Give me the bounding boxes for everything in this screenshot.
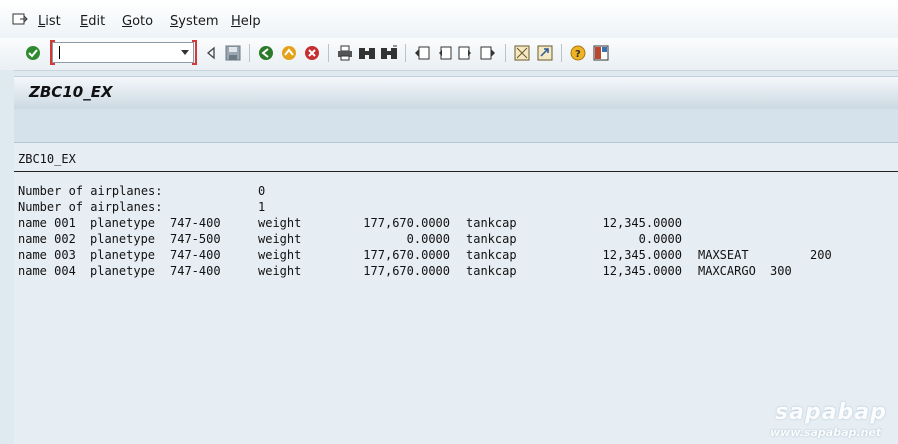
- weight-value: 177,670.0000: [363, 216, 450, 230]
- weight-label: weight: [258, 216, 302, 230]
- help-icon[interactable]: ?: [569, 44, 587, 62]
- back-icon[interactable]: [202, 44, 220, 62]
- last-page-icon[interactable]: [479, 44, 497, 62]
- watermark-url: www.sapabap.net: [770, 426, 882, 439]
- extra-value: 300: [770, 264, 792, 278]
- enter-icon[interactable]: [24, 44, 42, 62]
- menu-help[interactable]: Help: [231, 14, 261, 29]
- toolbar-separator: [405, 44, 406, 62]
- count-value: 1: [258, 200, 266, 214]
- menu-edit[interactable]: Edit: [80, 14, 105, 29]
- extra-label: MAXSEAT: [698, 248, 749, 262]
- watermark-brand: sapabap: [775, 400, 887, 425]
- count-label: Number of airplanes:: [18, 184, 163, 198]
- menu-goto[interactable]: Goto: [122, 14, 153, 29]
- command-field-bracket-right: [192, 40, 197, 65]
- svg-text:?: ?: [575, 49, 581, 60]
- create-session-icon[interactable]: [513, 44, 531, 62]
- find-icon[interactable]: [358, 44, 376, 62]
- toolbar-separator: [328, 44, 329, 62]
- weight-value: 0.0000: [406, 232, 450, 246]
- list-header: ZBC10_EX: [18, 152, 76, 166]
- back-green-icon[interactable]: [257, 44, 275, 62]
- menu-system[interactable]: System: [170, 14, 219, 29]
- tankcap-value: 12,345.0000: [602, 216, 682, 230]
- tankcap-value: 0.0000: [638, 232, 682, 246]
- toolbar-separator: [249, 44, 250, 62]
- first-page-icon[interactable]: [413, 44, 431, 62]
- tankcap-label: tankcap: [466, 264, 517, 278]
- next-page-icon[interactable]: [457, 44, 475, 62]
- exit-icon[interactable]: [280, 44, 298, 62]
- extra-label: MAXCARGO: [698, 264, 756, 278]
- standard-toolbar: ?: [0, 38, 898, 71]
- command-field[interactable]: [52, 42, 194, 63]
- text-caret: [59, 46, 60, 59]
- title-bar: ZBC10_EX: [14, 76, 898, 110]
- count-value: 0: [258, 184, 266, 198]
- planetype-label: planetype: [90, 248, 156, 262]
- layout-icon[interactable]: [592, 44, 610, 62]
- weight-label: weight: [258, 232, 302, 246]
- menu-icon[interactable]: [12, 12, 28, 26]
- tankcap-label: tankcap: [466, 248, 517, 262]
- cancel-icon[interactable]: [303, 44, 321, 62]
- previous-page-icon[interactable]: [435, 44, 453, 62]
- command-input[interactable]: [57, 44, 173, 61]
- planetype-label: planetype: [90, 232, 156, 246]
- planetype-value: 747-500: [170, 232, 221, 246]
- toolbar-separator: [505, 44, 506, 62]
- planetype-value: 747-400: [170, 264, 221, 278]
- row-name: name 001: [18, 216, 76, 230]
- planetype-value: 747-400: [170, 248, 221, 262]
- print-icon[interactable]: [336, 44, 354, 62]
- menu-list[interactable]: List: [38, 14, 61, 29]
- weight-value: 177,670.0000: [363, 264, 450, 278]
- chevron-down-icon[interactable]: [181, 50, 189, 55]
- weight-value: 177,670.0000: [363, 248, 450, 262]
- page-title: ZBC10_EX: [29, 83, 113, 101]
- planetype-value: 747-400: [170, 216, 221, 230]
- create-shortcut-icon[interactable]: [536, 44, 554, 62]
- tankcap-value: 12,345.0000: [602, 248, 682, 262]
- toolbar-separator: [561, 44, 562, 62]
- menu-bar: List Edit Goto System Help: [0, 0, 898, 38]
- list-header-rule: [14, 171, 898, 172]
- left-margin: [0, 70, 14, 444]
- save-icon[interactable]: [224, 44, 242, 62]
- row-name: name 002: [18, 232, 76, 246]
- tankcap-label: tankcap: [466, 216, 517, 230]
- find-next-icon[interactable]: [380, 44, 398, 62]
- weight-label: weight: [258, 264, 302, 278]
- tankcap-value: 12,345.0000: [602, 264, 682, 278]
- row-name: name 003: [18, 248, 76, 262]
- planetype-label: planetype: [90, 264, 156, 278]
- count-label: Number of airplanes:: [18, 200, 163, 214]
- row-name: name 004: [18, 264, 76, 278]
- extra-value: 200: [810, 248, 832, 262]
- planetype-label: planetype: [90, 216, 156, 230]
- weight-label: weight: [258, 248, 302, 262]
- tankcap-label: tankcap: [466, 232, 517, 246]
- application-toolbar: [14, 109, 898, 143]
